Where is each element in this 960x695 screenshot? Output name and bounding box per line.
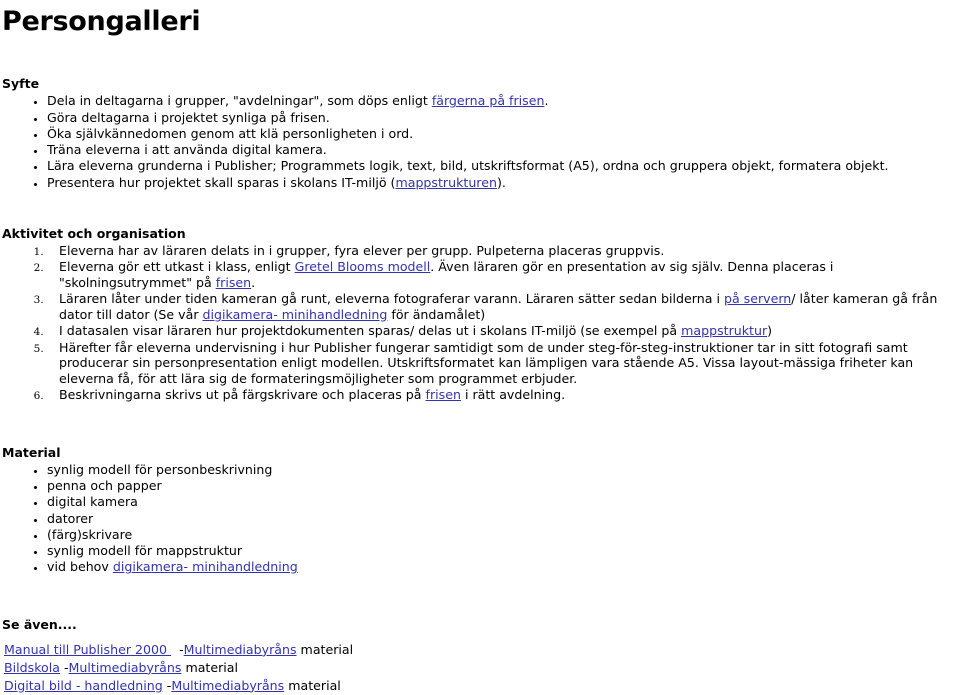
list-item: Eleverna har av läraren delats in i grup… bbox=[47, 243, 952, 259]
spacer-material-seaven bbox=[2, 576, 952, 618]
spacer-aktivitet-material bbox=[2, 404, 952, 446]
list-item-text-tail: ). bbox=[496, 174, 506, 190]
list-item: Beskrivningarna skrivs ut på färgskrivar… bbox=[47, 387, 952, 403]
see-also-suffix: material bbox=[296, 641, 354, 657]
list-item-text: Beskrivningarna skrivs ut på färgskrivar… bbox=[59, 387, 426, 403]
section-heading-aktivitet: Aktivitet och organisation bbox=[2, 225, 186, 241]
see-also-separator: - bbox=[171, 641, 184, 657]
list-item-text: synlig modell för mappstruktur bbox=[47, 543, 243, 559]
list-item-text: I datasalen visar läraren hur projektdok… bbox=[59, 323, 682, 339]
list-item-text: Dela in deltagarna i grupper, "avdelning… bbox=[47, 93, 432, 109]
list-item: Lära eleverna grunderna i Publisher; Pro… bbox=[47, 158, 952, 174]
see-also-line: Manual till Publisher 2000 -Multimediaby… bbox=[4, 641, 952, 659]
link-mappstruktur[interactable]: mappstruktur bbox=[681, 323, 767, 338]
list-item: Träna eleverna i att använda digital kam… bbox=[47, 142, 952, 158]
see-also-separator: - bbox=[59, 659, 69, 675]
section-heading-se-aven: Se även.... bbox=[2, 616, 77, 632]
link-multimediabyrans-2[interactable]: Multimediabyråns bbox=[69, 660, 182, 675]
list-item: Eleverna gör ett utkast i klass, enligt … bbox=[47, 259, 952, 290]
link-mappstrukturen[interactable]: mappstrukturen bbox=[395, 175, 496, 190]
material-list: synlig modell för personbeskrivning penn… bbox=[2, 462, 952, 575]
see-also-line: Digital bild - handledning -Multimediaby… bbox=[4, 677, 952, 695]
list-item: synlig modell för personbeskrivning bbox=[47, 462, 952, 478]
list-item-text: Lära eleverna grunderna i Publisher; Pro… bbox=[47, 158, 889, 174]
list-item: penna och papper bbox=[47, 478, 952, 494]
see-also-separator: - bbox=[162, 677, 172, 693]
list-item-text: datorer bbox=[47, 510, 94, 526]
list-item: vid behov digikamera- minihandledning bbox=[47, 559, 952, 575]
list-item: digital kamera bbox=[47, 494, 952, 510]
link-frisen[interactable]: frisen bbox=[216, 275, 251, 290]
list-item: Öka självkännedomen genom att klä person… bbox=[47, 126, 952, 142]
list-item-text: Öka självkännedomen genom att klä person… bbox=[47, 125, 414, 141]
link-bildskola[interactable]: Bildskola bbox=[4, 660, 60, 675]
link-digikamera-minihandledning-2[interactable]: digikamera- minihandledning bbox=[113, 559, 298, 574]
spacer-syfte-aktivitet bbox=[2, 191, 952, 227]
list-item-text: Läraren låter under tiden kameran gå run… bbox=[59, 291, 724, 307]
list-item-text: Eleverna har av läraren delats in i grup… bbox=[59, 243, 665, 259]
list-item-text: penna och papper bbox=[47, 478, 162, 494]
list-item: datorer bbox=[47, 511, 952, 527]
link-gretel-blooms-modell[interactable]: Gretel Blooms modell bbox=[295, 259, 431, 274]
list-item: Dela in deltagarna i grupper, "avdelning… bbox=[47, 93, 952, 109]
syfte-list: Dela in deltagarna i grupper, "avdelning… bbox=[2, 93, 952, 190]
page-title: Persongalleri bbox=[2, 6, 201, 37]
document-page: Persongalleri Syfte Dela in deltagarna i… bbox=[0, 8, 960, 695]
list-item-text: vid behov bbox=[47, 559, 113, 575]
link-digital-bild-handledning[interactable]: Digital bild - handledning bbox=[4, 678, 163, 693]
list-item-text-tail: . bbox=[544, 93, 549, 109]
list-item-text-tail: ) bbox=[767, 323, 773, 339]
list-item-text: Eleverna gör ett utkast i klass, enligt bbox=[59, 259, 295, 275]
list-item-text: Presentera hur projektet skall sparas i … bbox=[47, 174, 396, 190]
list-item: synlig modell för mappstruktur bbox=[47, 543, 952, 559]
link-pa-servern[interactable]: på servern bbox=[724, 291, 791, 306]
list-item-text: Härefter får eleverna undervisning i hur… bbox=[59, 339, 914, 387]
list-item-text-tail: . bbox=[251, 275, 256, 291]
list-item: Härefter får eleverna undervisning i hur… bbox=[47, 340, 952, 387]
aktivitet-list: Eleverna har av läraren delats in i grup… bbox=[2, 243, 952, 403]
list-item: Läraren låter under tiden kameran gå run… bbox=[47, 291, 952, 322]
see-also-line: Bildskola -Multimediabyråns material bbox=[4, 659, 952, 677]
link-fargerna-pa-frisen[interactable]: färgerna på frisen bbox=[432, 93, 545, 108]
link-digikamera-minihandledning[interactable]: digikamera- minihandledning bbox=[203, 307, 388, 322]
list-item-text-tail: i rätt avdelning. bbox=[460, 387, 566, 403]
list-item-text: digital kamera bbox=[47, 494, 138, 510]
list-item: Göra deltagarna i projektet synliga på f… bbox=[47, 110, 952, 126]
see-also-list: Manual till Publisher 2000 -Multimediaby… bbox=[4, 641, 952, 695]
list-item-text: Träna eleverna i att använda digital kam… bbox=[47, 142, 327, 158]
list-item-text: Göra deltagarna i projektet synliga på f… bbox=[47, 109, 330, 125]
section-heading-syfte: Syfte bbox=[2, 76, 40, 91]
see-also-suffix: material bbox=[284, 677, 341, 693]
list-item: (färg)skrivare bbox=[47, 527, 952, 543]
list-item-text-tail: för ändamålet) bbox=[387, 307, 486, 323]
link-manual-till-publisher-2000[interactable]: Manual till Publisher 2000 bbox=[4, 642, 171, 657]
list-item-text: (färg)skrivare bbox=[47, 526, 133, 542]
link-multimediabyrans-1[interactable]: Multimediabyråns bbox=[184, 642, 297, 657]
list-item: Presentera hur projektet skall sparas i … bbox=[47, 175, 952, 191]
link-multimediabyrans-3[interactable]: Multimediabyråns bbox=[171, 678, 284, 693]
spacer-title-syfte bbox=[2, 35, 952, 77]
section-heading-material: Material bbox=[2, 444, 61, 460]
link-frisen-2[interactable]: frisen bbox=[426, 387, 461, 402]
list-item-text: synlig modell för personbeskrivning bbox=[47, 461, 273, 477]
list-item: I datasalen visar läraren hur projektdok… bbox=[47, 323, 952, 339]
see-also-suffix: material bbox=[181, 659, 239, 675]
